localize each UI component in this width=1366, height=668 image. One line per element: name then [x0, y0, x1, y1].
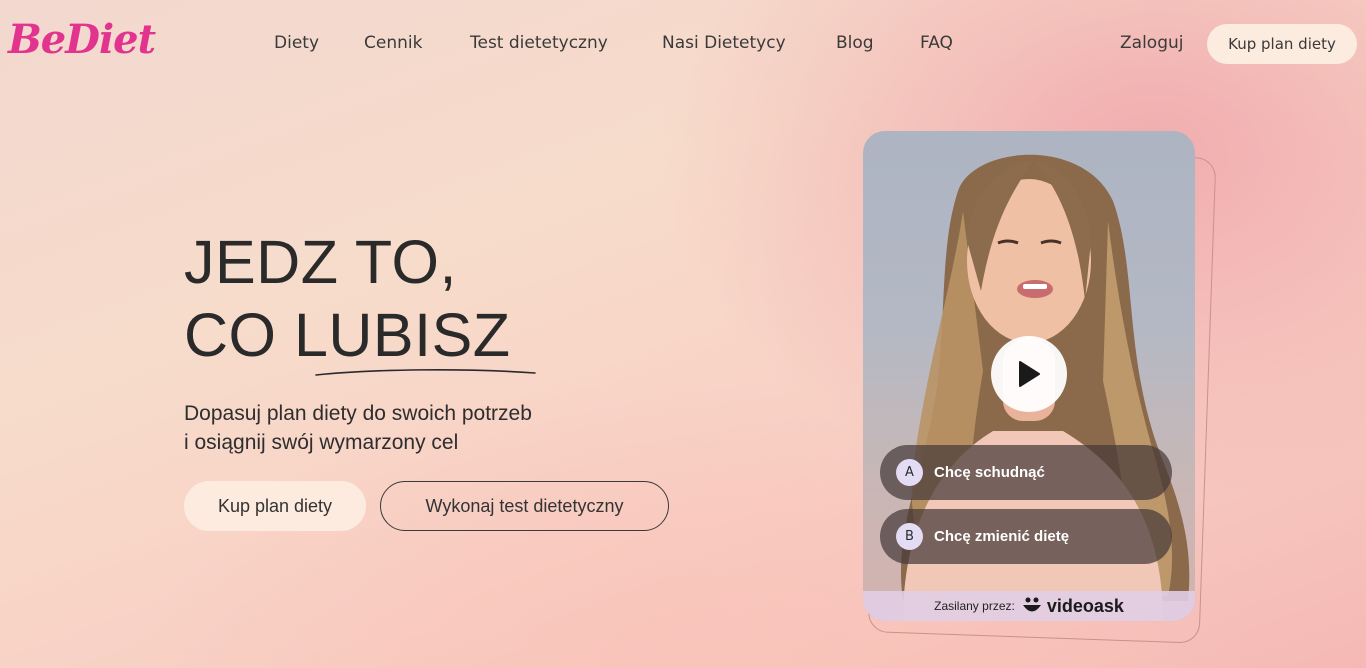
buy-plan-header-button[interactable]: Kup plan diety [1207, 24, 1357, 64]
nav-item-faq[interactable]: FAQ [920, 33, 953, 53]
video-card[interactable]: A Chcę schudnąć B Chcę zmienić dietę Zas… [863, 131, 1195, 621]
videoask-logo: videoask [1046, 595, 1124, 616]
title-underline-decoration [315, 369, 536, 376]
login-link[interactable]: Zaloguj [1120, 33, 1183, 53]
powered-by-bar[interactable]: Zasilany przez: videoask [863, 591, 1195, 621]
play-icon [1019, 361, 1040, 387]
hero-title: JEDZ TO, CO LUBISZ [184, 226, 511, 372]
nav-item-dietetycy[interactable]: Nasi Dietetycy [662, 33, 786, 53]
option-change-diet[interactable]: B Chcę zmienić dietę [880, 509, 1172, 564]
nav-item-diety[interactable]: Diety [274, 33, 319, 53]
bediet-logo[interactable]: BeDiet [8, 16, 156, 63]
diet-test-button[interactable]: Wykonaj test dietetyczny [380, 481, 669, 531]
videoask-smile-icon [1022, 597, 1041, 612]
option-lose-weight[interactable]: A Chcę schudnąć [880, 445, 1172, 500]
nav-item-cennik[interactable]: Cennik [364, 33, 422, 53]
nav-item-blog[interactable]: Blog [836, 33, 874, 53]
hero-title-line1: JEDZ TO, [184, 228, 457, 296]
hero-subtitle-line1: Dopasuj plan diety do swoich potrzeb [184, 402, 532, 425]
buy-plan-button[interactable]: Kup plan diety [184, 481, 366, 531]
play-video-button[interactable] [991, 336, 1067, 412]
nav-item-test[interactable]: Test dietetyczny [470, 33, 608, 53]
hero-subtitle: Dopasuj plan diety do swoich potrzeb i o… [184, 399, 532, 457]
option-letter-a: A [896, 459, 923, 486]
hero-title-line2: CO LUBISZ [184, 299, 511, 372]
option-label: Chcę schudnąć [934, 464, 1045, 481]
hero-title-emphasis: LUBISZ [293, 301, 511, 369]
option-label: Chcę zmienić dietę [934, 528, 1070, 545]
hero-subtitle-line2: i osiągnij swój wymarzony cel [184, 431, 459, 454]
powered-by-text: Zasilany przez: [934, 599, 1015, 613]
option-letter-b: B [896, 523, 923, 550]
hero-title-prefix: CO [184, 301, 294, 369]
